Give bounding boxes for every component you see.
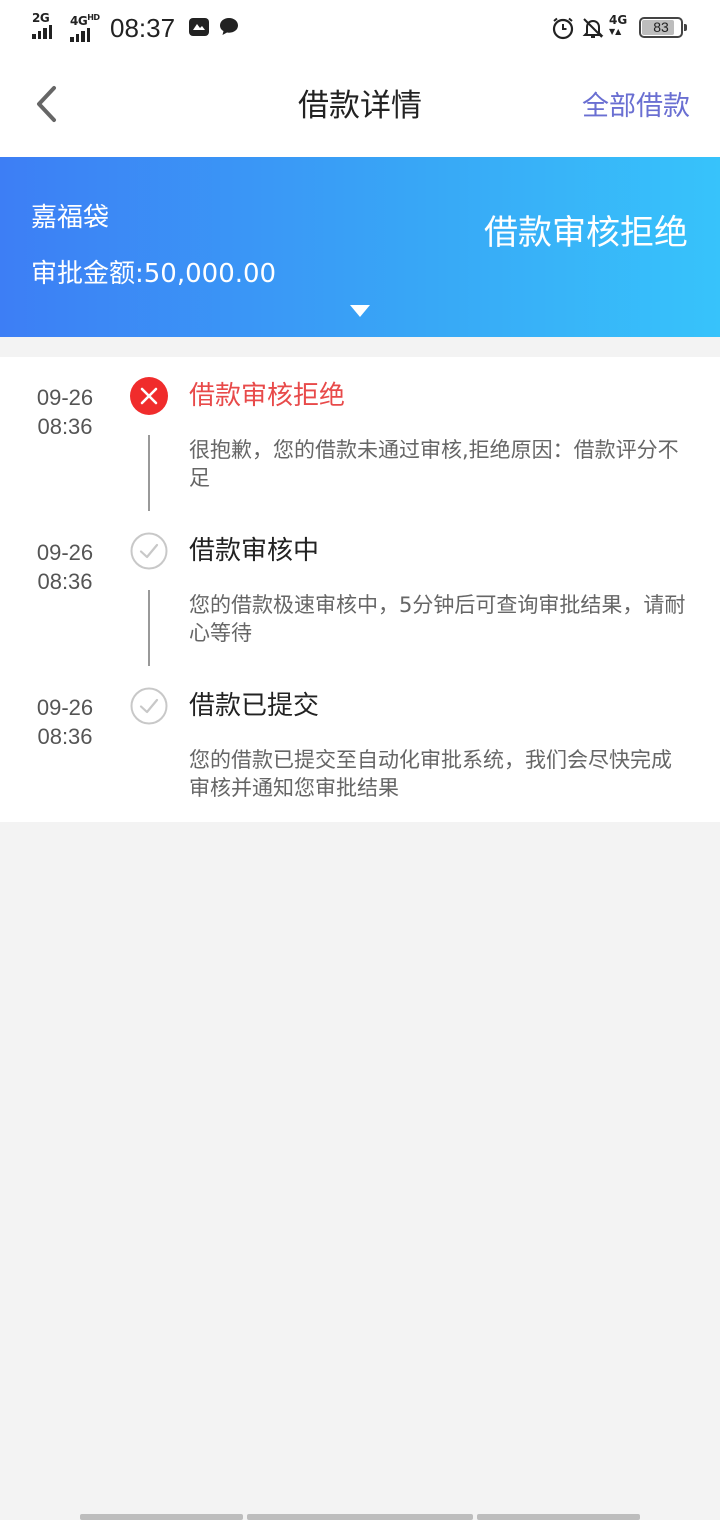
timeline-time: 08:36 (37, 569, 93, 594)
loan-progress-timeline: 09-26 08:36 借款审核拒绝 很抱歉，您的借款未通过审核,拒绝原因：借款… (0, 357, 720, 822)
network-4g-icon: 4G ▼▲ (609, 13, 628, 37)
network-type-label: 4G (70, 14, 88, 28)
loan-detail-screen: 2G 4GHD 08:37 4G ▼▲ 83 借款详情 全部借款 嘉福袋 审批金… (0, 0, 720, 1520)
check-circle-icon (130, 532, 168, 570)
timeline-time: 08:36 (37, 414, 93, 439)
status-time: 08:37 (110, 13, 176, 43)
loan-status: 借款审核拒绝 (484, 213, 688, 253)
x-circle-icon (130, 377, 168, 415)
approved-amount: 审批金额:50,000.00 (31, 259, 277, 289)
timeline-title: 借款已提交 (189, 691, 320, 721)
status-bar: 2G 4GHD 08:37 4G ▼▲ 83 (0, 0, 720, 56)
timeline-title: 借款审核中 (189, 536, 320, 566)
bell-muted-icon (582, 18, 604, 38)
gesture-bar[interactable] (477, 1514, 640, 1520)
product-name: 嘉福袋 (31, 203, 110, 233)
network-type-label: 2G (32, 11, 50, 25)
timeline-description: 您的借款极速审核中，5分钟后可查询审批结果，请耐心等待 (189, 593, 686, 645)
hd-label: HD (87, 13, 100, 22)
gesture-bar[interactable] (247, 1514, 473, 1520)
timeline-description: 很抱歉，您的借款未通过审核,拒绝原因：借款评分不足 (189, 438, 679, 490)
timeline-description: 您的借款已提交至自动化审批系统，我们会尽快完成审核并通知您审批结果 (189, 748, 672, 800)
timeline-connector (148, 590, 150, 666)
signal-4g-icon: 4GHD (70, 12, 100, 42)
timeline-time: 08:36 (37, 724, 93, 749)
loan-summary-banner: 嘉福袋 审批金额:50,000.00 借款审核拒绝 (0, 157, 720, 337)
battery-icon: 83 (639, 17, 687, 38)
signal-2g-icon: 2G (32, 12, 52, 39)
gesture-bar[interactable] (80, 1514, 243, 1520)
triangle-down-icon[interactable] (350, 305, 370, 317)
timeline-date: 09-26 (36, 695, 94, 720)
alarm-clock-icon (552, 17, 574, 40)
timeline-connector (148, 435, 150, 511)
message-bubble-icon (220, 18, 238, 35)
nav-bar: 借款详情 全部借款 (0, 56, 720, 157)
timeline-title: 借款审核拒绝 (189, 381, 346, 411)
check-circle-icon (130, 687, 168, 725)
gallery-icon (189, 18, 209, 36)
timeline-date: 09-26 (36, 385, 94, 410)
battery-level: 83 (653, 19, 669, 35)
timeline-date: 09-26 (36, 540, 94, 565)
all-loans-link[interactable]: 全部借款 (582, 89, 690, 125)
